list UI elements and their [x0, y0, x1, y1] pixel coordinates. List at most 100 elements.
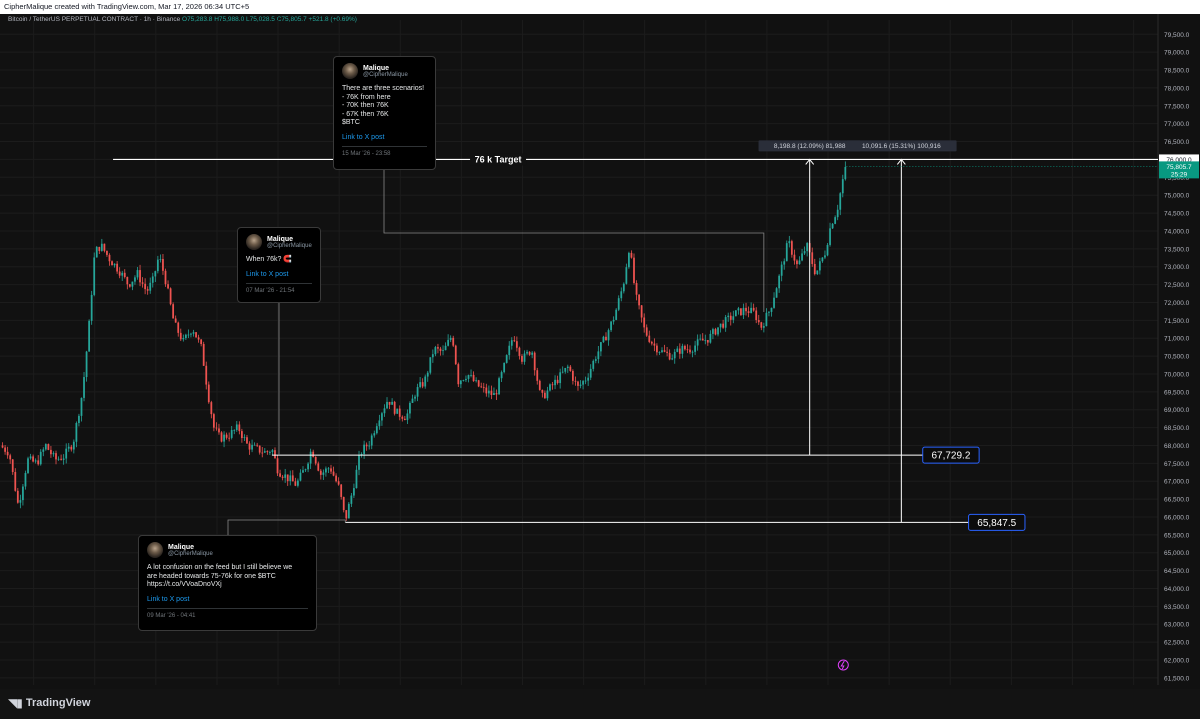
candle-body: [521, 355, 523, 362]
candle-body: [523, 353, 526, 362]
tweet-link[interactable]: Link to X post: [147, 596, 308, 603]
candle-body: [752, 307, 755, 311]
tradingview-brand[interactable]: ◥▮ TradingView: [8, 696, 90, 710]
candle-body: [465, 378, 467, 381]
candle-body: [645, 327, 648, 336]
avatar: [147, 542, 163, 558]
candle-body: [607, 330, 610, 341]
candle-body: [696, 339, 699, 346]
candle-body: [386, 401, 388, 409]
candle-body: [686, 349, 689, 351]
tweet-text: There are three scenarios! - 76K from he…: [342, 85, 425, 127]
tweet-text: A lot confusion on the feed but I still …: [147, 564, 293, 589]
candle-body: [309, 451, 312, 464]
tweet-card-when[interactable]: Malique @CipherMalique When 76k? 🧲 Link t…: [237, 227, 321, 303]
candle-body: [653, 343, 656, 346]
candle-body: [699, 338, 702, 340]
candle-body: [454, 345, 457, 365]
candle-body: [431, 354, 434, 358]
candle-body: [325, 468, 327, 473]
candle-body: [673, 351, 676, 359]
candle-body: [788, 241, 791, 244]
candle-body: [831, 223, 834, 229]
candle-body: [312, 451, 315, 458]
candle-body: [358, 455, 360, 470]
candle-body: [172, 304, 175, 319]
candle-body: [330, 468, 332, 472]
candle-body: [615, 309, 618, 320]
tweet-handle: @CipherMalique: [363, 71, 408, 78]
y-tick-label: 67,000.0: [1164, 479, 1190, 486]
candle-body: [347, 503, 350, 519]
y-tick-label: 71,000.0: [1164, 336, 1190, 343]
tweet-link[interactable]: Link to X post: [246, 271, 312, 278]
candle-body: [426, 372, 429, 377]
candle-body: [747, 311, 750, 314]
candle-body: [274, 450, 276, 459]
candle-body: [734, 310, 737, 317]
candle-body: [177, 322, 180, 333]
y-tick-label: 63,500.0: [1164, 604, 1190, 611]
candle-body: [684, 345, 686, 350]
candle-body: [263, 451, 266, 453]
candle-body: [269, 452, 271, 453]
candle-body: [297, 480, 299, 486]
candle-body: [355, 469, 358, 489]
candle-body: [755, 310, 758, 321]
candle-body: [337, 481, 340, 485]
candle-body: [11, 459, 14, 472]
candle-body: [681, 345, 684, 354]
candle-body: [480, 386, 483, 388]
tweet-card-confusion[interactable]: Malique @CipherMalique A lot confusion on…: [138, 535, 317, 631]
candle-body: [531, 352, 534, 355]
candle-body: [187, 334, 190, 336]
candle-body: [602, 336, 605, 343]
candle-body: [533, 352, 536, 371]
y-tick-label: 63,000.0: [1164, 622, 1190, 629]
candle-body: [806, 243, 809, 252]
tweet-connector: [227, 519, 346, 535]
candle-body: [332, 471, 335, 476]
candle-body: [169, 288, 172, 305]
candle-body: [467, 375, 470, 379]
candle-body: [447, 339, 450, 346]
candle-body: [37, 460, 40, 465]
candle-body: [340, 484, 343, 497]
candle-body: [424, 376, 427, 387]
candle-body: [62, 458, 65, 460]
candle-body: [638, 294, 640, 306]
candle-body: [839, 193, 842, 210]
candle-body: [406, 413, 409, 421]
candle-body: [640, 305, 643, 318]
y-tick-label: 66,500.0: [1164, 497, 1190, 504]
candle-body: [121, 272, 124, 276]
candle-body: [663, 350, 666, 352]
candle-body: [9, 455, 12, 460]
candle-body: [477, 380, 480, 387]
candle-body: [302, 470, 304, 473]
candle-body: [1, 445, 4, 448]
candle-body: [712, 329, 714, 334]
candle-body: [841, 179, 844, 194]
candle-body: [414, 396, 416, 399]
candle-body: [164, 270, 167, 285]
candle-body: [648, 335, 651, 342]
candle-body: [546, 390, 549, 399]
candle-body: [577, 381, 579, 386]
candle-body: [770, 307, 773, 312]
footer-bar: ◥▮ TradingView: [0, 689, 1200, 719]
candle-body: [844, 166, 847, 180]
y-tick-label: 65,500.0: [1164, 532, 1190, 539]
tweet-card-scenarios[interactable]: Malique @CipherMalique There are three sc…: [333, 56, 436, 170]
candle-body: [630, 252, 633, 258]
y-tick-label: 74,500.0: [1164, 211, 1190, 218]
candle-body: [671, 358, 674, 360]
candle-body: [78, 415, 80, 423]
candle-body: [139, 270, 141, 283]
tweet-link[interactable]: Link to X post: [342, 134, 427, 141]
candle-body: [266, 451, 269, 453]
y-tick-label: 77,500.0: [1164, 103, 1190, 110]
candle-body: [319, 470, 322, 475]
candle-body: [569, 366, 572, 371]
candle-body: [256, 444, 259, 446]
